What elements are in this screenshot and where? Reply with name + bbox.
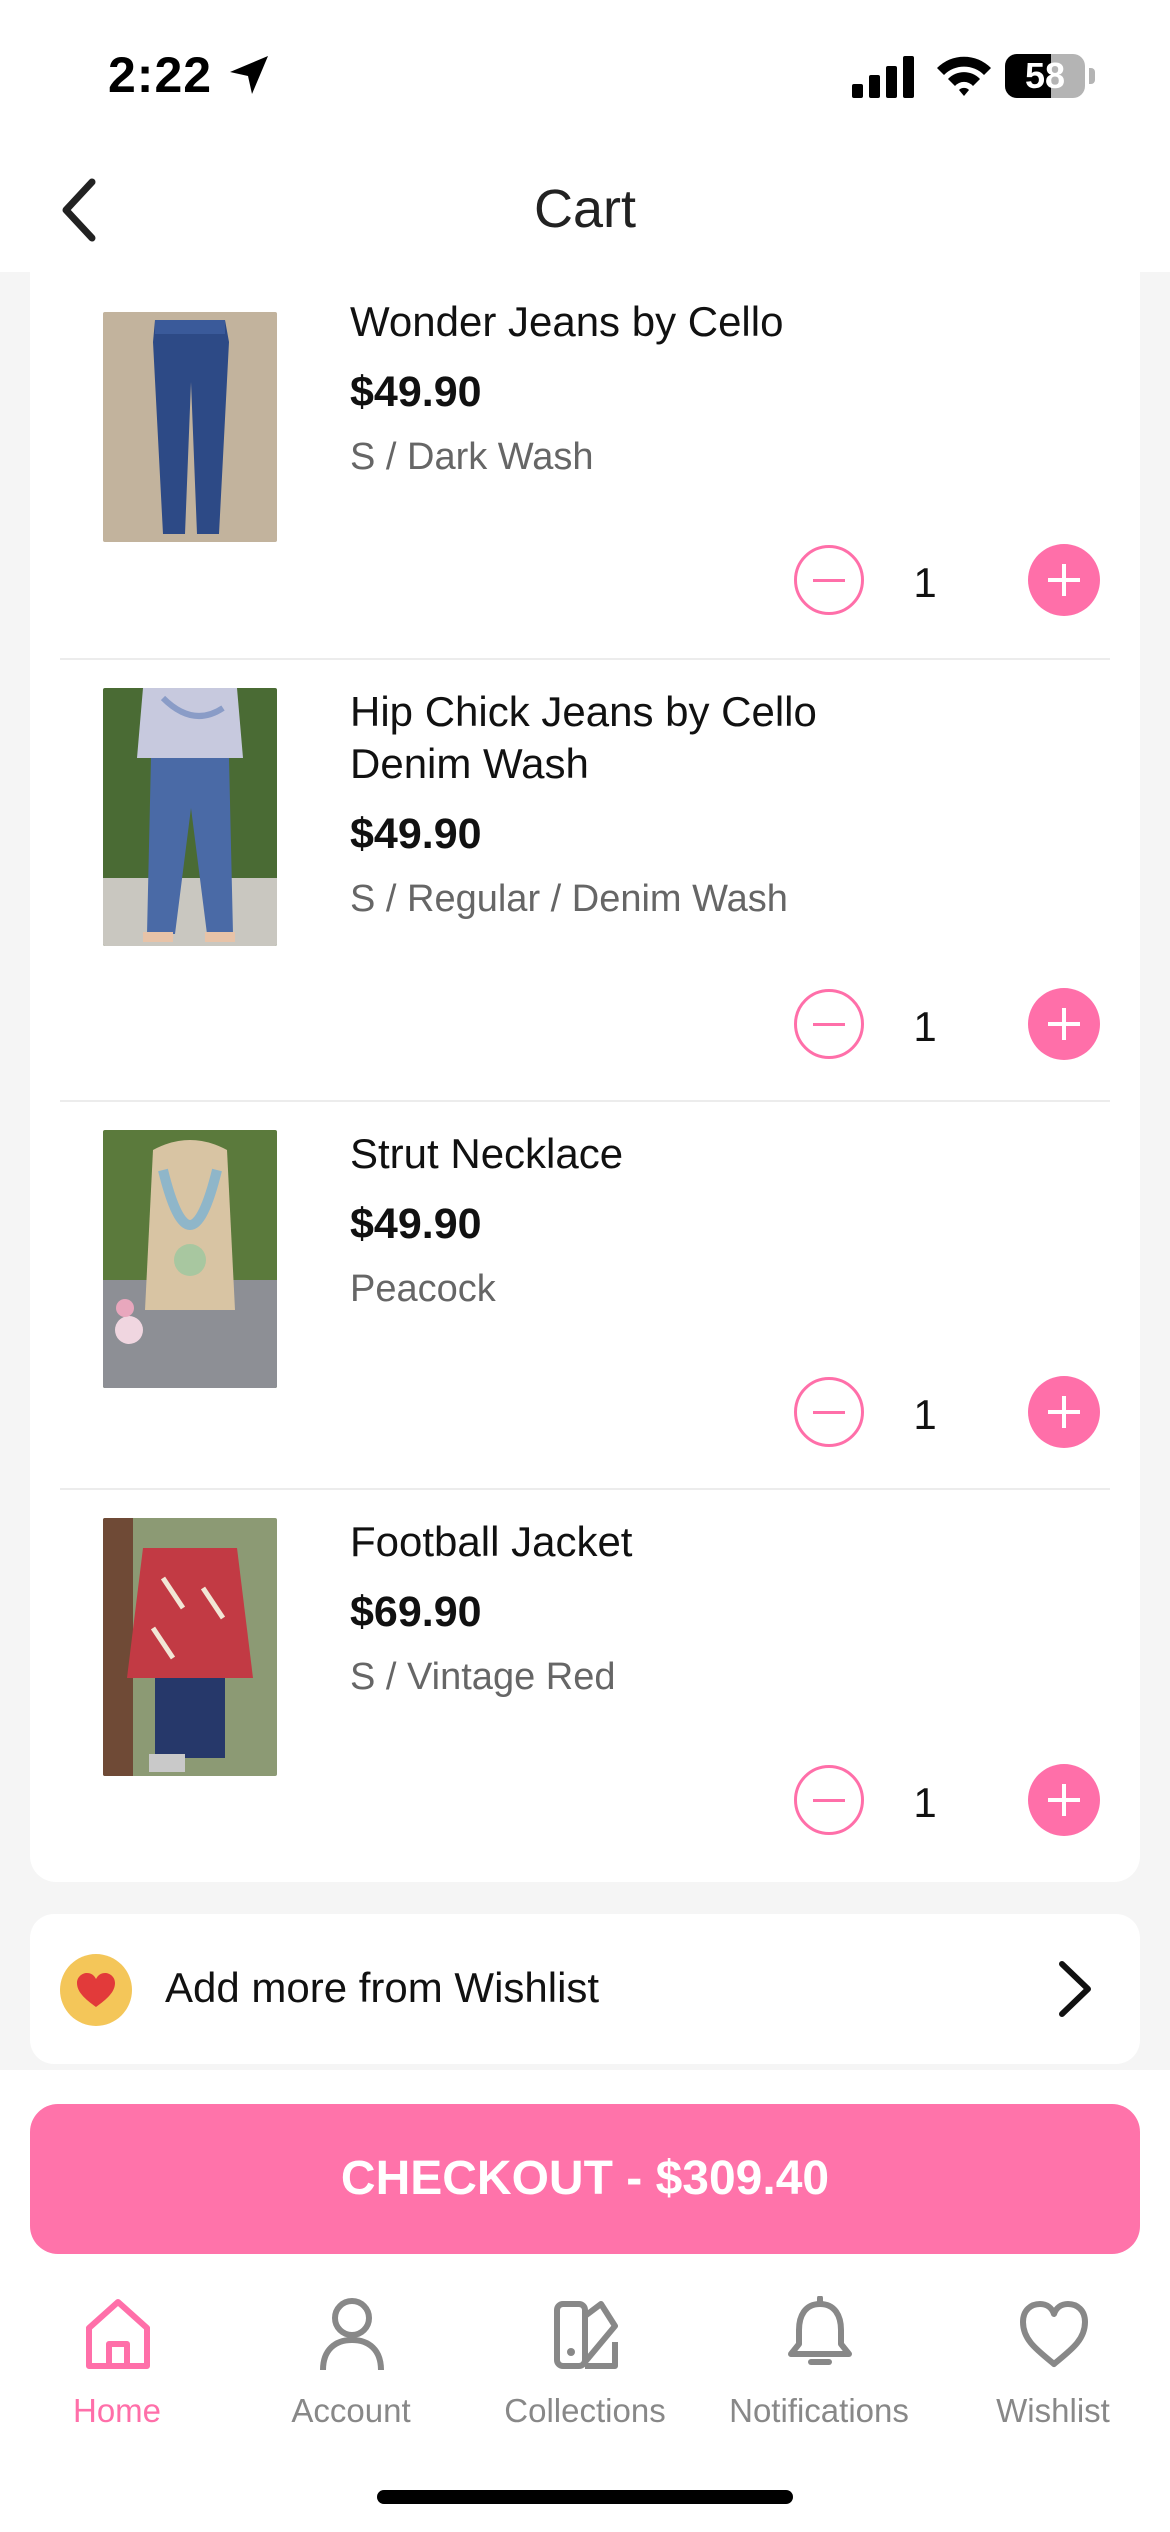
decrease-quantity-button[interactable] [794,1765,864,1835]
increase-quantity-button[interactable] [1028,988,1100,1060]
cart-list: Wonder Jeans by Cello $49.90 S / Dark Wa… [30,272,1140,1882]
item-price: $49.90 [350,810,482,858]
tab-notifications[interactable]: Notifications [702,2296,936,2446]
increase-quantity-button[interactable] [1028,1376,1100,1448]
home-icon [86,2299,150,2369]
bottom-area: CHECKOUT - $309.40 Home Account Collecti… [0,2070,1170,2532]
item-price: $49.90 [350,1200,482,1248]
tab-label: Notifications [729,2392,909,2429]
page-title: Cart [533,179,636,239]
status-bar: 2:22 58 [0,0,1170,150]
item-name[interactable]: Strut Necklace [350,1128,1000,1180]
product-image-hip-chick-jeans[interactable] [103,688,277,946]
item-name[interactable]: Wonder Jeans by Cello [350,296,1000,348]
bell-icon [788,2296,852,2365]
item-variant: Peacock [350,1268,496,1310]
item-name[interactable]: Hip Chick Jeans by Cello Denim Wash [350,686,870,790]
collections-icon [554,2301,618,2369]
tab-account[interactable]: Account [234,2296,468,2446]
chevron-right-icon [1059,1961,1091,2017]
home-indicator [377,2490,793,2504]
item-variant: S / Dark Wash [350,436,594,478]
quantity-value: 1 [913,1779,937,1826]
tab-collections[interactable]: Collections [468,2296,702,2446]
account-icon [320,2298,384,2371]
product-image-football-jacket[interactable] [103,1518,277,1776]
battery-icon: 58 [1005,54,1095,98]
location-arrow-icon [230,56,268,94]
tab-wishlist[interactable]: Wishlist [936,2296,1170,2446]
increase-quantity-button[interactable] [1028,1764,1100,1836]
item-variant: S / Regular / Denim Wash [350,878,788,920]
cart-item: Hip Chick Jeans by Cello Denim Wash $49.… [60,660,1110,1102]
battery-percentage: 58 [1024,55,1066,96]
wishlist-badge [60,1954,132,2026]
quantity-value: 1 [913,559,937,606]
product-image-wonder-jeans[interactable] [103,312,277,542]
item-price: $69.90 [350,1588,482,1636]
decrease-quantity-button[interactable] [794,545,864,615]
increase-quantity-button[interactable] [1028,544,1100,616]
nav-header: Cart [0,150,1170,272]
product-image-strut-necklace[interactable] [103,1130,277,1388]
tab-label: Home [72,2392,162,2429]
checkout-button[interactable]: CHECKOUT - $309.40 [30,2104,1140,2254]
quantity-value: 1 [913,1391,937,1438]
tab-label: Wishlist [996,2392,1110,2429]
item-variant: S / Vintage Red [350,1656,616,1698]
tab-label: Collections [504,2392,666,2429]
decrease-quantity-button[interactable] [794,1377,864,1447]
decrease-quantity-button[interactable] [794,989,864,1059]
wishlist-row-label: Add more from Wishlist [165,1964,600,2011]
item-name[interactable]: Football Jacket [350,1516,1000,1568]
wifi-icon [937,56,991,96]
item-price: $49.90 [350,368,482,416]
add-from-wishlist-row[interactable]: Add more from Wishlist [30,1914,1140,2064]
cart-item: Football Jacket $69.90 S / Vintage Red 1 [60,1490,1110,1882]
tab-home[interactable]: Home [0,2296,234,2446]
heart-icon [77,1973,115,2007]
cellular-signal-icon [852,56,914,98]
heart-outline-icon [1020,2301,1088,2367]
tab-label: Account [291,2392,411,2429]
quantity-value: 1 [913,1003,937,1050]
cart-item: Strut Necklace $49.90 Peacock 1 [60,1102,1110,1490]
cart-item: Wonder Jeans by Cello $49.90 S / Dark Wa… [60,272,1110,660]
status-time: 2:22 [108,47,213,103]
